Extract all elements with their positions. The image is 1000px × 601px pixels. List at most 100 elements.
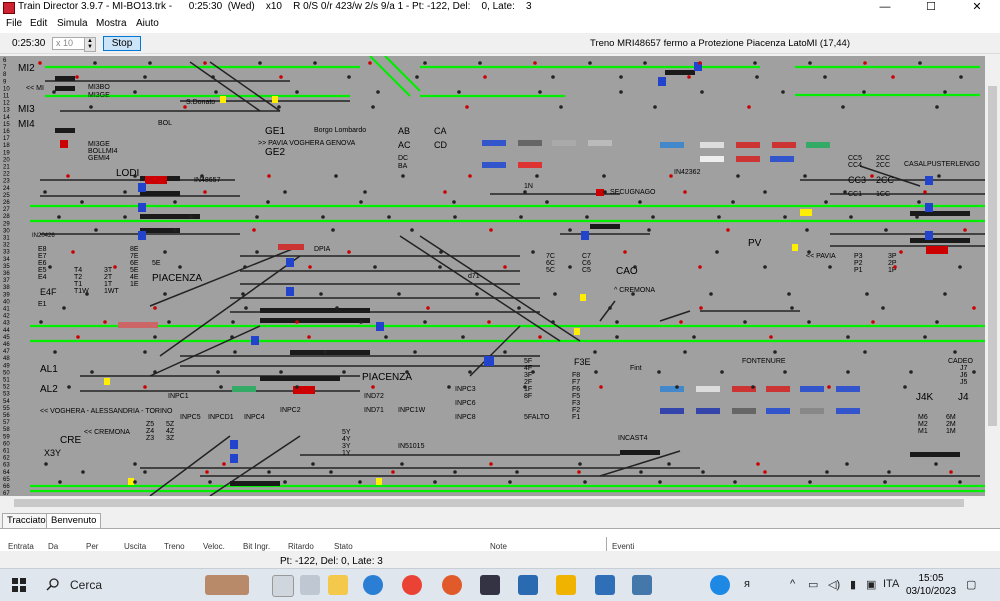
- signal-icon[interactable]: [133, 90, 137, 94]
- signal-icon[interactable]: [426, 306, 430, 310]
- signal-icon[interactable]: [846, 335, 850, 339]
- signal-icon[interactable]: [717, 215, 721, 219]
- signal-icon[interactable]: [699, 306, 703, 310]
- signal-icon[interactable]: [457, 90, 461, 94]
- signal-icon[interactable]: [787, 292, 791, 296]
- signal-icon[interactable]: [899, 250, 903, 254]
- signal-icon[interactable]: [143, 385, 147, 389]
- signal-icon[interactable]: [222, 462, 226, 466]
- signal-icon[interactable]: [517, 306, 521, 310]
- column-uscita[interactable]: Uscita: [124, 542, 146, 551]
- signal-icon[interactable]: [849, 215, 853, 219]
- signal-icon[interactable]: [538, 335, 542, 339]
- signal-icon[interactable]: [173, 200, 177, 204]
- signal-icon[interactable]: [963, 228, 967, 232]
- signal-icon[interactable]: [588, 61, 592, 65]
- signal-icon[interactable]: [972, 370, 976, 374]
- signal-icon[interactable]: [71, 250, 75, 254]
- task-view-icon[interactable]: [272, 575, 294, 597]
- signal-icon[interactable]: [342, 370, 346, 374]
- signal-icon[interactable]: [615, 335, 619, 339]
- signal-icon[interactable]: [535, 174, 539, 178]
- signal-icon[interactable]: [43, 190, 47, 194]
- signal-icon[interactable]: [178, 265, 182, 269]
- signal-icon[interactable]: [478, 61, 482, 65]
- notification-icon[interactable]: ▢: [966, 578, 976, 591]
- signal-icon[interactable]: [58, 480, 62, 484]
- signal-icon[interactable]: [66, 174, 70, 178]
- signal-icon[interactable]: [568, 265, 572, 269]
- signal-icon[interactable]: [701, 470, 705, 474]
- windows-start-icon[interactable]: [12, 578, 26, 592]
- signal-icon[interactable]: [208, 480, 212, 484]
- signal-icon[interactable]: [358, 480, 362, 484]
- signal-icon[interactable]: [828, 265, 832, 269]
- minimize-button[interactable]: —: [862, 0, 908, 15]
- signal-icon[interactable]: [653, 105, 657, 109]
- signal-icon[interactable]: [783, 215, 787, 219]
- signal-icon[interactable]: [295, 90, 299, 94]
- signal-icon[interactable]: [751, 385, 755, 389]
- signal-icon[interactable]: [733, 480, 737, 484]
- signal-icon[interactable]: [255, 215, 259, 219]
- signal-icon[interactable]: [373, 265, 377, 269]
- close-button[interactable]: ✕: [954, 0, 1000, 15]
- signal-icon[interactable]: [258, 61, 262, 65]
- search-box[interactable]: [40, 573, 190, 597]
- signal-icon[interactable]: [531, 250, 535, 254]
- signal-icon[interactable]: [508, 480, 512, 484]
- signal-icon[interactable]: [219, 385, 223, 389]
- signal-icon[interactable]: [743, 320, 747, 324]
- people-icon[interactable]: ᴙ: [744, 578, 750, 590]
- signal-icon[interactable]: [468, 370, 472, 374]
- signal-icon[interactable]: [615, 320, 619, 324]
- signal-icon[interactable]: [452, 200, 456, 204]
- signal-icon[interactable]: [870, 174, 874, 178]
- column-da[interactable]: Da: [48, 542, 58, 551]
- signal-icon[interactable]: [731, 200, 735, 204]
- signal-icon[interactable]: [953, 350, 957, 354]
- signal-icon[interactable]: [153, 306, 157, 310]
- signal-icon[interactable]: [958, 265, 962, 269]
- signal-icon[interactable]: [934, 462, 938, 466]
- signal-icon[interactable]: [935, 105, 939, 109]
- signal-icon[interactable]: [433, 480, 437, 484]
- signal-icon[interactable]: [384, 335, 388, 339]
- signal-icon[interactable]: [769, 335, 773, 339]
- signal-icon[interactable]: [313, 61, 317, 65]
- signal-icon[interactable]: [503, 265, 507, 269]
- signal-icon[interactable]: [334, 174, 338, 178]
- signal-icon[interactable]: [329, 470, 333, 474]
- signal-icon[interactable]: [203, 61, 207, 65]
- signal-icon[interactable]: [736, 174, 740, 178]
- signal-icon[interactable]: [295, 385, 299, 389]
- signal-icon[interactable]: [643, 61, 647, 65]
- signal-icon[interactable]: [81, 470, 85, 474]
- signal-icon[interactable]: [103, 320, 107, 324]
- signal-icon[interactable]: [211, 75, 215, 79]
- signal-icon[interactable]: [585, 215, 589, 219]
- train-director-taskbar-icon[interactable]: [632, 575, 652, 595]
- signal-icon[interactable]: [489, 462, 493, 466]
- signal-icon[interactable]: [483, 75, 487, 79]
- signal-icon[interactable]: [283, 190, 287, 194]
- signal-icon[interactable]: [200, 174, 204, 178]
- signal-icon[interactable]: [881, 306, 885, 310]
- app-yellow-icon[interactable]: [556, 575, 576, 595]
- signal-icon[interactable]: [891, 75, 895, 79]
- signal-icon[interactable]: [781, 90, 785, 94]
- column-bit-ingr[interactable]: Bit Ingr.: [243, 542, 270, 551]
- signal-icon[interactable]: [53, 350, 57, 354]
- signal-icon[interactable]: [883, 480, 887, 484]
- signal-icon[interactable]: [62, 306, 66, 310]
- signal-icon[interactable]: [363, 190, 367, 194]
- menu-edit[interactable]: Edit: [30, 18, 47, 29]
- signal-icon[interactable]: [763, 470, 767, 474]
- signal-icon[interactable]: [747, 105, 751, 109]
- signal-icon[interactable]: [915, 215, 919, 219]
- signal-icon[interactable]: [887, 470, 891, 474]
- signal-icon[interactable]: [825, 470, 829, 474]
- signal-icon[interactable]: [523, 190, 527, 194]
- signal-icon[interactable]: [698, 61, 702, 65]
- vertical-scroll-thumb[interactable]: [988, 86, 997, 426]
